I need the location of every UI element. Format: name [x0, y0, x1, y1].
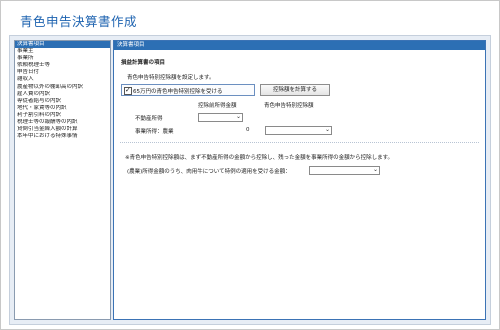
nav-item[interactable]: 事業主: [15, 48, 110, 55]
nav-item[interactable]: 専従者給与の内訳: [15, 98, 110, 105]
chevron-down-icon: ⌄: [372, 166, 378, 173]
nav-item[interactable]: 貸倒引当金繰入額の計算: [15, 126, 110, 133]
content-area: 決算書項目 事業主 事業所 依頼税理士等 申告日付 雑収入 農産物以外の棚卸高の内訳 雇人費の…: [9, 35, 491, 325]
chevron-down-icon: ⌄: [235, 113, 241, 120]
nav-item[interactable]: 申告日付: [15, 69, 110, 76]
nav-item[interactable]: 決算書項目: [15, 41, 110, 49]
nav-item[interactable]: 依頼税理士等: [15, 62, 110, 69]
nav-item[interactable]: 税理士等の報酬等の内訳: [15, 119, 110, 126]
deduction-note: ※青色申告特別控除額は、まず不動産所得の金額から控除し、残った金額を事業所得の金…: [125, 155, 394, 161]
check-mark-icon: ✓: [125, 85, 131, 94]
nav-item[interactable]: 農産物以外の棚卸高の内訳: [15, 84, 110, 91]
agriculture-deduction-select[interactable]: ⌄: [265, 126, 332, 135]
special-cattle-label: (農業)所得金額のうち、肉用牛について特例の適用を受ける金額：: [127, 169, 291, 175]
agriculture-before-value: 0: [246, 127, 250, 133]
nav-item[interactable]: 本年中における特殊事情: [15, 133, 110, 140]
divider: [120, 142, 479, 143]
column-header-deduction: 青色申告特別控除額: [264, 103, 314, 109]
row-label-agriculture-income: 事業所得：農業: [135, 129, 174, 135]
deduction-65-checkbox-label[interactable]: 65万円の青色申告特別控除を受ける: [133, 87, 223, 95]
nav-item[interactable]: 雇人費の内訳: [15, 91, 110, 98]
nav-item[interactable]: 事業所: [15, 55, 110, 62]
section-title: 損益計算書の項目: [121, 60, 166, 66]
app-title: 青色申告決算書作成: [20, 14, 138, 29]
section-list[interactable]: 決算書項目 事業主 事業所 依頼税理士等 申告日付 雑収入 農産物以外の棚卸高の内訳 雇人費の…: [14, 40, 111, 320]
settings-panel: 決算書項目 損益計算書の項目 青色申告特別控除額を設定します。 ✓ 65万円の青…: [113, 40, 486, 320]
nav-item[interactable]: 雑収入: [15, 76, 110, 83]
deduction-65-checkbox[interactable]: ✓: [124, 85, 132, 95]
nav-item[interactable]: 地代・家賃等の内訳: [15, 105, 110, 112]
deduction-65-checkbox-row[interactable]: ✓ 65万円の青色申告特別控除を受ける: [121, 84, 255, 96]
real-estate-before-select[interactable]: ⌄: [198, 113, 243, 122]
nav-item[interactable]: 利子割引料の内訳: [15, 112, 110, 119]
chevron-down-icon: ⌄: [324, 126, 330, 133]
panel-header: 決算書項目: [114, 41, 485, 50]
column-header-before-deduction: 控除前所得金額: [198, 103, 237, 109]
special-cattle-select[interactable]: ⌄: [309, 166, 380, 175]
calculate-deduction-button[interactable]: 控除額を計算する: [260, 84, 330, 96]
row-label-real-estate-income: 不動産所得: [135, 116, 163, 122]
instruction-text: 青色申告特別控除額を設定します。: [127, 75, 215, 81]
